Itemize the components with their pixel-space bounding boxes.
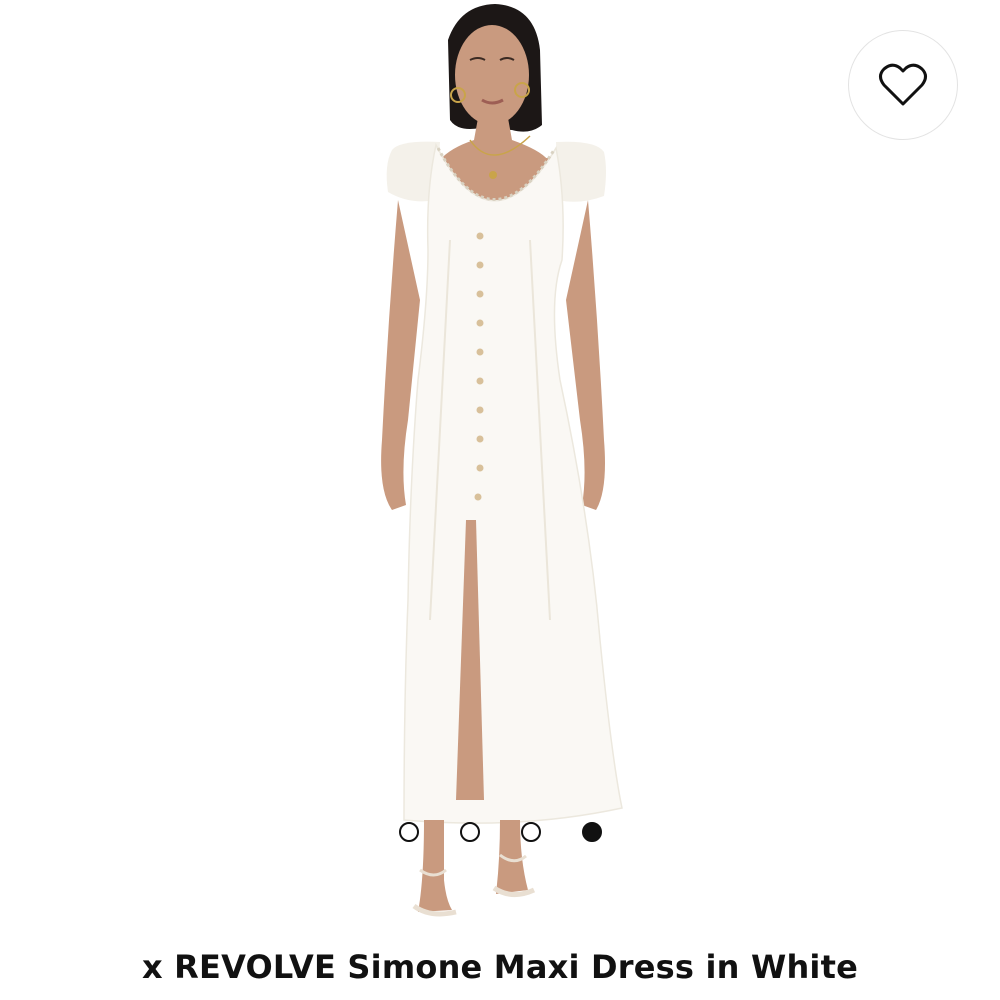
heart-outline-icon <box>879 63 927 106</box>
carousel-dot-4[interactable] <box>582 822 602 842</box>
favorite-button[interactable] <box>848 30 958 140</box>
carousel-pagination <box>0 822 1000 844</box>
carousel-dot-2[interactable] <box>460 822 480 842</box>
carousel-dot-1[interactable] <box>399 822 419 842</box>
model-illustration <box>381 4 623 917</box>
product-page: x REVOLVE Simone Maxi Dress in White <box>0 0 1000 1000</box>
carousel-dot-3[interactable] <box>521 822 541 842</box>
product-title: x REVOLVE Simone Maxi Dress in White <box>141 948 858 986</box>
product-image[interactable] <box>0 0 1000 940</box>
